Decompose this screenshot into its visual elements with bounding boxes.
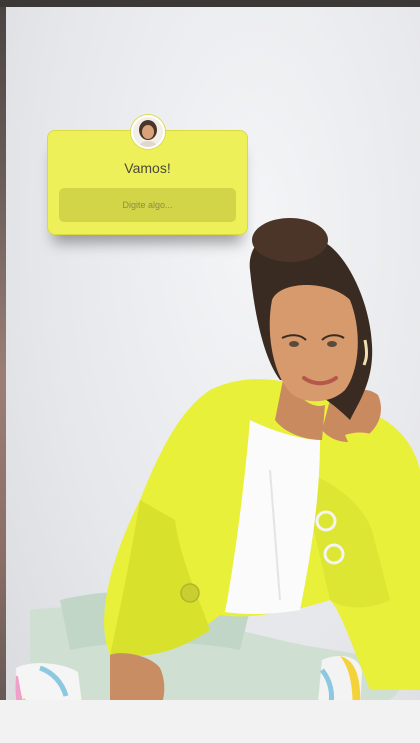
question-sticker[interactable]: Vamos! Digite algo... (47, 115, 248, 235)
sticker-answer-input[interactable]: Digite algo... (59, 188, 236, 222)
bottom-edge-strip (0, 700, 420, 743)
story-screen: Vamos! Digite algo... (0, 0, 420, 743)
story-photo (15, 218, 420, 734)
profile-avatar-icon (131, 115, 165, 149)
sticker-title: Vamos! (124, 160, 171, 176)
